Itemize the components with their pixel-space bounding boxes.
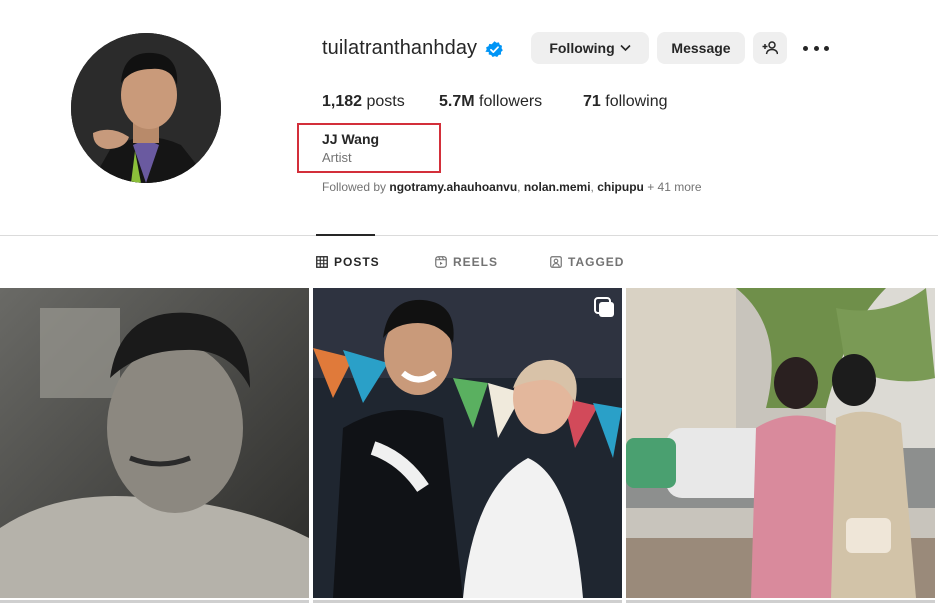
more-options-icon[interactable] xyxy=(803,38,829,58)
active-tab-indicator xyxy=(316,234,375,236)
followed-by-user[interactable]: chipupu xyxy=(597,180,644,194)
posts-label: posts xyxy=(366,93,405,110)
following-button-label: Following xyxy=(549,40,615,56)
grid-icon xyxy=(316,256,328,268)
following-button[interactable]: Following xyxy=(531,32,649,64)
followers-stat[interactable]: 5.7M followers xyxy=(439,93,542,111)
profile-username: tuilatranthanhday xyxy=(322,37,478,59)
followers-count: 5.7M xyxy=(439,93,475,110)
tab-tagged-label: TAGGED xyxy=(568,255,625,269)
avatar-photo xyxy=(71,33,221,183)
wedding-couple-image xyxy=(313,288,622,598)
bw-portrait-image xyxy=(0,288,309,598)
bio-name: JJ Wang xyxy=(322,131,380,147)
more-dot xyxy=(824,45,829,51)
verified-badge-icon xyxy=(485,40,504,59)
add-user-button[interactable] xyxy=(753,32,787,64)
reels-icon xyxy=(435,256,447,268)
post-tile[interactable] xyxy=(313,288,622,598)
tagged-icon xyxy=(550,256,562,268)
posts-count-stat: 1,182 posts xyxy=(322,93,405,111)
tab-reels-label: REELS xyxy=(453,255,499,269)
following-count: 71 xyxy=(583,93,601,110)
more-dot xyxy=(813,45,819,51)
followed-by-separator: , xyxy=(517,180,524,194)
message-button-label: Message xyxy=(671,40,731,56)
street-couple-image xyxy=(626,288,935,598)
followed-by-user[interactable]: ngotramy.ahauhoanvu xyxy=(389,180,517,194)
posts-count: 1,182 xyxy=(322,93,363,110)
followers-label: followers xyxy=(479,93,543,110)
followed-by-user[interactable]: nolan.memi xyxy=(524,180,591,194)
profile-avatar[interactable] xyxy=(71,33,221,183)
bio-category: Artist xyxy=(322,150,352,165)
chevron-down-icon xyxy=(620,44,631,52)
followed-by-text[interactable]: Followed by ngotramy.ahauhoanvu, nolan.m… xyxy=(322,180,702,194)
tab-tagged[interactable]: TAGGED xyxy=(550,255,624,269)
tab-posts-label: POSTS xyxy=(334,255,380,269)
followed-by-prefix: Followed by xyxy=(322,180,390,194)
more-dot xyxy=(803,45,808,51)
profile-divider xyxy=(0,235,938,236)
post-tile[interactable] xyxy=(0,288,309,598)
following-stat[interactable]: 71 following xyxy=(583,93,668,111)
followed-by-more: + 41 more xyxy=(643,180,702,194)
tab-posts[interactable]: POSTS xyxy=(316,255,380,269)
add-user-icon xyxy=(762,41,778,55)
tab-reels[interactable]: REELS xyxy=(435,255,498,269)
following-label: following xyxy=(605,93,668,110)
message-button[interactable]: Message xyxy=(657,32,745,64)
post-tile[interactable] xyxy=(626,288,935,598)
